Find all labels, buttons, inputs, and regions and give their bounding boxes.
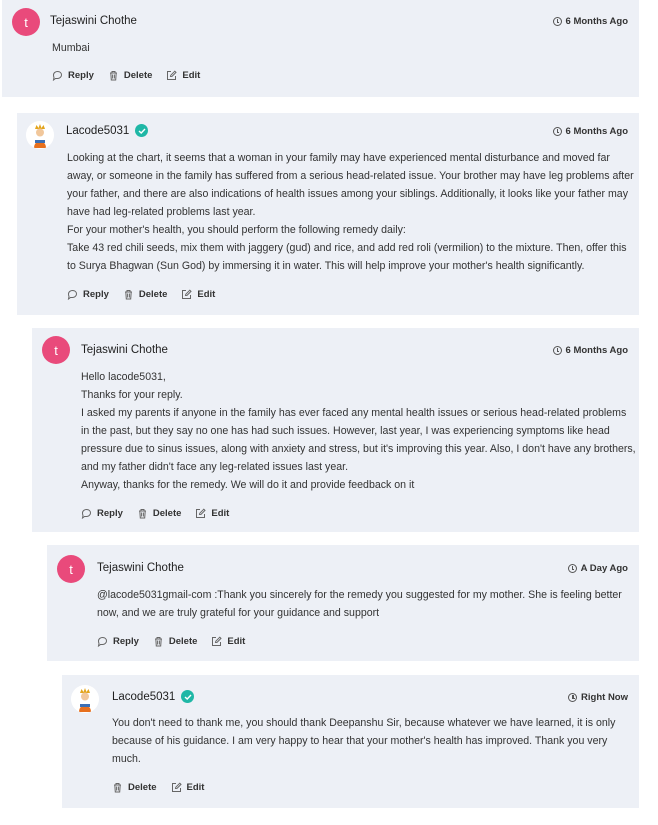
clock-icon — [567, 564, 577, 573]
edit-button[interactable]: Edit — [166, 70, 200, 81]
clock-icon — [552, 127, 562, 136]
comment-author: Lacode5031 — [112, 690, 195, 703]
edit-button[interactable]: Edit — [181, 289, 215, 300]
delete-button[interactable]: Delete — [108, 70, 152, 81]
comment-author: Lacode5031 — [66, 124, 149, 137]
edit-button[interactable]: Edit — [211, 636, 245, 647]
deity-avatar-icon — [26, 121, 54, 149]
comment-body: Hello lacode5031, Thanks for your reply.… — [81, 371, 636, 491]
trash-icon — [153, 636, 164, 647]
clock-icon — [552, 17, 562, 26]
comment-card: t Tejaswini Chothe 6 Months Ago Hello la… — [32, 328, 639, 532]
reply-icon — [97, 636, 108, 647]
comment-author: Tejaswini Chothe — [97, 562, 184, 574]
comment-card: Lacode5031 6 Months Ago Looking at the c… — [17, 113, 639, 315]
avatar — [26, 121, 54, 149]
comment-author: Tejaswini Chothe — [50, 15, 137, 27]
comment-actions: Reply Delete Edit — [81, 508, 243, 519]
avatar: t — [12, 8, 40, 36]
deity-avatar-icon — [71, 685, 99, 713]
reply-icon — [52, 70, 63, 81]
reply-button[interactable]: Reply — [67, 289, 109, 300]
edit-button[interactable]: Edit — [171, 782, 204, 793]
comment-body: You don't need to thank me, you should t… — [112, 717, 616, 765]
comment-author: Tejaswini Chothe — [81, 344, 168, 356]
reply-icon — [67, 289, 78, 300]
trash-icon — [137, 508, 148, 519]
edit-icon — [166, 70, 178, 81]
comment-body: @lacode5031gmail-com :Thank you sincerel… — [97, 589, 622, 619]
reply-button[interactable]: Reply — [52, 70, 94, 81]
delete-button[interactable]: Delete — [112, 782, 157, 793]
reply-button[interactable]: Reply — [97, 636, 139, 647]
clock-icon — [568, 693, 578, 702]
comment-time: 6 Months Ago — [552, 16, 628, 27]
verified-badge-icon — [181, 690, 195, 703]
comment-actions: Delete Edit — [112, 782, 218, 793]
comment-card: Lacode5031 Right Now You don't need to t… — [62, 675, 639, 808]
edit-button[interactable]: Edit — [195, 508, 229, 519]
delete-button[interactable]: Delete — [137, 508, 181, 519]
verified-badge-icon — [135, 124, 149, 137]
trash-icon — [108, 70, 119, 81]
reply-icon — [81, 508, 92, 519]
avatar: t — [57, 555, 85, 583]
reply-button[interactable]: Reply — [81, 508, 123, 519]
comment-time: 6 Months Ago — [552, 345, 628, 356]
edit-icon — [171, 782, 182, 793]
comment-card: t Tejaswini Chothe 6 Months Ago Mumbai R… — [2, 0, 639, 97]
comment-actions: Reply Delete Edit — [97, 636, 259, 647]
comment-body: Looking at the chart, it seems that a wo… — [67, 152, 634, 272]
edit-icon — [181, 289, 193, 300]
comment-body: Mumbai — [52, 42, 90, 54]
delete-button[interactable]: Delete — [123, 289, 167, 300]
avatar: t — [42, 336, 70, 364]
trash-icon — [112, 782, 123, 793]
delete-button[interactable]: Delete — [153, 636, 197, 647]
comment-time: Right Now — [568, 692, 628, 703]
comment-actions: Reply Delete Edit — [52, 70, 214, 81]
comment-card: t Tejaswini Chothe A Day Ago @lacode5031… — [47, 545, 639, 661]
comment-time: A Day Ago — [567, 563, 628, 574]
edit-icon — [211, 636, 223, 647]
trash-icon — [123, 289, 134, 300]
edit-icon — [195, 508, 207, 519]
clock-icon — [552, 346, 562, 355]
comment-time: 6 Months Ago — [552, 126, 628, 137]
avatar — [71, 685, 99, 713]
comment-actions: Reply Delete Edit — [67, 289, 229, 300]
